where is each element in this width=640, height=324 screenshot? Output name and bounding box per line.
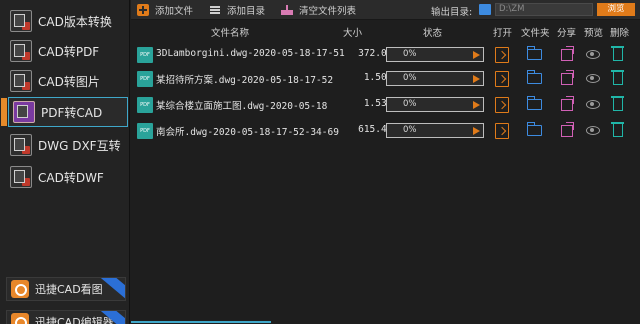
clear-list-button[interactable]: 清空文件列表	[281, 3, 356, 17]
add-directory-button[interactable]: 添加目录	[209, 3, 265, 17]
share-icon[interactable]	[561, 96, 574, 111]
pdf-file-icon: PDF	[137, 47, 153, 63]
clear-list-label: 清空文件列表	[299, 5, 357, 17]
table-row[interactable]: PDF 某综合楼立面施工图.dwg-2020-05-18 1.53MB 0%	[134, 93, 634, 117]
open-file-icon[interactable]	[495, 97, 509, 113]
eye-icon[interactable]	[586, 74, 600, 83]
app-link-cad-viewer[interactable]: 迅捷CAD看图	[6, 277, 126, 301]
open-file-icon[interactable]	[495, 71, 509, 87]
progress-bar: 0%	[386, 123, 484, 138]
file-name: 某综合楼立面施工图.dwg-2020-05-18	[156, 101, 328, 112]
toolbar: 添加文件 添加目录 清空文件列表 输出目录: D:\ZM 浏览	[131, 0, 640, 20]
header-delete: 删除	[610, 28, 630, 39]
corner-ribbon	[99, 278, 125, 300]
sidebar-item-label: PDF转CAD	[41, 105, 103, 120]
share-icon[interactable]	[561, 70, 574, 85]
cad-to-image-icon	[10, 70, 32, 92]
open-file-icon[interactable]	[495, 123, 509, 139]
browse-button[interactable]: 浏览	[597, 3, 635, 16]
cad-viewer-app-icon	[11, 280, 29, 298]
app-link-label: 迅捷CAD编辑器	[35, 316, 114, 324]
progress-text: 0%	[403, 99, 417, 109]
cad-to-pdf-icon	[10, 40, 32, 62]
folder-icon[interactable]	[527, 70, 542, 84]
sidebar-item-pdf-to-cad[interactable]: PDF转CAD	[1, 97, 128, 127]
start-icon[interactable]	[473, 101, 480, 109]
eye-icon[interactable]	[586, 126, 600, 135]
share-icon[interactable]	[561, 46, 574, 61]
add-file-button[interactable]: 添加文件	[137, 3, 193, 17]
open-file-icon[interactable]	[495, 47, 509, 63]
start-icon[interactable]	[473, 75, 480, 83]
folder-icon[interactable]	[527, 46, 542, 60]
header-folder: 文件夹	[521, 28, 550, 39]
table-row[interactable]: PDF 3DLamborgini.dwg-2020-05-18-17-51 37…	[134, 43, 634, 67]
folder-icon[interactable]	[527, 122, 542, 136]
file-name: 3DLamborgini.dwg-2020-05-18-17-51	[156, 48, 345, 59]
dwg-dxf-icon	[10, 134, 32, 156]
trash-icon[interactable]	[611, 46, 624, 61]
progress-text: 0%	[403, 73, 417, 83]
header-share: 分享	[557, 28, 577, 39]
file-name: 某招待所方案.dwg-2020-05-18-17-52	[156, 75, 334, 86]
sidebar-item-label: CAD转图片	[38, 74, 100, 89]
trash-icon[interactable]	[611, 70, 624, 85]
pdf-file-icon: PDF	[137, 71, 153, 87]
plus-icon	[137, 3, 149, 16]
sidebar-item-label: CAD转PDF	[38, 44, 100, 59]
pdf-file-icon: PDF	[137, 97, 153, 113]
start-icon[interactable]	[473, 51, 480, 59]
progress-indicator-line	[131, 321, 271, 323]
add-directory-label: 添加目录	[227, 5, 266, 17]
pdf-file-icon: PDF	[137, 123, 153, 139]
sidebar-item-label: CAD版本转换	[38, 14, 112, 29]
add-file-label: 添加文件	[155, 5, 194, 17]
app-link-label: 迅捷CAD看图	[35, 283, 103, 296]
progress-text: 0%	[403, 49, 417, 59]
start-icon[interactable]	[473, 127, 480, 135]
header-size: 大小	[343, 28, 363, 39]
output-dir-field[interactable]: D:\ZM	[495, 3, 593, 16]
sidebar: CAD版本转换 CAD转PDF CAD转图片 PDF转CAD DWG DXF互转…	[0, 0, 130, 324]
cad-editor-app-icon	[11, 313, 29, 324]
trash-icon[interactable]	[611, 96, 624, 111]
broom-icon	[281, 4, 294, 15]
sidebar-item-cad-to-pdf[interactable]: CAD转PDF	[6, 36, 126, 66]
table-row[interactable]: PDF 某招待所方案.dwg-2020-05-18-17-52 1.50MB 0…	[134, 67, 634, 91]
sidebar-item-label: CAD转DWF	[38, 170, 104, 185]
cad-to-dwf-icon	[10, 166, 32, 188]
header-preview: 预览	[584, 28, 604, 39]
share-icon[interactable]	[561, 122, 574, 137]
file-name: 南会所.dwg-2020-05-18-17-52-34-69	[156, 127, 339, 138]
progress-bar: 0%	[386, 97, 484, 112]
output-dir-label: 输出目录:	[431, 7, 473, 18]
progress-text: 0%	[403, 125, 417, 135]
header-open: 打开	[493, 28, 513, 39]
header-status: 状态	[423, 28, 443, 39]
header-file-name: 文件名称	[211, 28, 250, 39]
sidebar-item-label: DWG DXF互转	[38, 138, 121, 153]
progress-bar: 0%	[386, 47, 484, 62]
pdf-to-cad-icon	[13, 101, 35, 123]
table-header: 文件名称 大小 状态 打开 文件夹 分享 预览 删除	[131, 22, 640, 40]
list-icon	[209, 4, 221, 16]
sidebar-item-cad-version[interactable]: CAD版本转换	[6, 6, 126, 36]
cad-version-icon	[10, 10, 32, 32]
sidebar-item-dwg-dxf[interactable]: DWG DXF互转	[6, 130, 126, 160]
folder-icon[interactable]	[527, 96, 542, 110]
sidebar-item-cad-to-dwf[interactable]: CAD转DWF	[6, 162, 126, 192]
eye-icon[interactable]	[586, 100, 600, 109]
eye-icon[interactable]	[586, 50, 600, 59]
table-row[interactable]: PDF 南会所.dwg-2020-05-18-17-52-34-69 615.4…	[134, 119, 634, 143]
folder-icon[interactable]	[479, 4, 491, 15]
app-link-cad-editor[interactable]: 迅捷CAD编辑器	[6, 310, 126, 324]
trash-icon[interactable]	[611, 122, 624, 137]
progress-bar: 0%	[386, 71, 484, 86]
sidebar-item-cad-to-image[interactable]: CAD转图片	[6, 66, 126, 96]
